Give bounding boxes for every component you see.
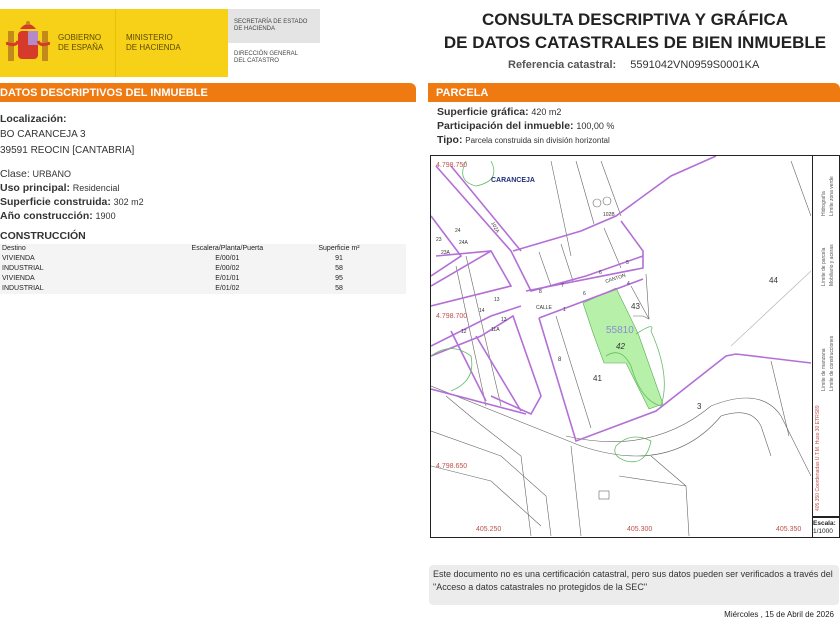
title-line1: CONSULTA DESCRIPTIVA Y GRÁFICA <box>481 10 789 29</box>
title-line2: DE DATOS CATASTRALES DE BIEN INMUEBLE <box>443 33 827 52</box>
ministerio-block: MINISTERIO DE HACIENDA <box>115 9 228 77</box>
coat-of-arms-icon <box>6 21 50 61</box>
document-date: Miércoles , 15 de Abril de 2026 <box>724 610 834 619</box>
construccion-title: CONSTRUCCIÓN <box>0 230 86 242</box>
legend-item: Límite de construcciones <box>829 335 835 391</box>
coords-caption: 405.350 Coordenadas U.T.M. Huso 30 ETRS8… <box>815 405 821 511</box>
col-destino: Destino <box>2 245 26 252</box>
ref-value: 5591042VN0959S0001KA <box>630 59 760 71</box>
table-row: INDUSTRIAL E/00/02 58 <box>2 265 343 272</box>
clase-row: Clase: URBANO <box>0 168 72 180</box>
government-logo: GOBIERNO DE ESPAÑA MINISTERIO DE HACIENDA … <box>0 9 320 77</box>
cadastral-map[interactable]: 4.798.750 4.798.700 4.798.650 405.250 40… <box>430 155 813 538</box>
dir-line2: DEL CATASTRO <box>234 58 279 64</box>
svg-text:1: 1 <box>563 307 566 313</box>
legend-item: Mobiliario y aceras <box>829 244 835 286</box>
gobierno-block: GOBIERNO DE ESPAÑA <box>0 9 115 77</box>
map-drawing: 4.798.750 4.798.700 4.798.650 405.250 40… <box>430 155 812 537</box>
address-line2: 39591 REOCIN [CANTABRIA] <box>0 145 135 156</box>
street-label: CALLE <box>536 305 553 311</box>
col-escalera: Escalera/Planta/Puerta <box>191 245 264 252</box>
svg-text:12: 12 <box>461 329 467 335</box>
svg-text:14: 14 <box>479 308 485 314</box>
x-coord-label: 405.250 <box>476 526 501 533</box>
svg-text:24A: 24A <box>459 240 469 246</box>
page-title: CONSULTA DESCRIPTIVA Y GRÁFICA DE DATOS … <box>430 8 840 54</box>
legend-item: Límite de parcela <box>821 247 827 286</box>
x-coord-label: 405.300 <box>627 526 652 533</box>
address-line1: BO CARANCEJA 3 <box>0 129 86 140</box>
svg-text:6: 6 <box>583 291 586 297</box>
legend-item: Límite de manzana <box>821 348 827 391</box>
sec-line1: SECRETARÍA DE ESTADO <box>234 19 308 25</box>
svg-text:7: 7 <box>561 283 564 289</box>
y-coord-label: 4.798.750 <box>436 162 467 169</box>
anio-row: Año construcción: 1900 <box>0 210 116 222</box>
x-coord-label: 405.350 <box>776 526 801 533</box>
superficie-grafica-row: Superficie gráfica: 420 m2 <box>437 106 562 118</box>
svg-text:6: 6 <box>599 270 602 276</box>
dir-line1: DIRECCIÓN GENERAL <box>234 51 299 57</box>
sec-line2: DE HACIENDA <box>234 26 276 32</box>
y-coord-label: 4.798.650 <box>436 463 467 470</box>
parcel-number: 41 <box>593 374 602 383</box>
svg-text:11A: 11A <box>491 327 500 333</box>
svg-text:102B: 102B <box>603 212 615 218</box>
svg-text:23: 23 <box>436 237 442 243</box>
catastro-block: SECRETARÍA DE ESTADO DE HACIENDA DIRECCIÓ… <box>228 9 320 77</box>
table-row: INDUSTRIAL E/01/02 58 <box>2 285 343 292</box>
superficie-row: Superficie construida: 302 m2 <box>0 196 144 208</box>
legend-item: Límite zona verde <box>829 176 835 216</box>
svg-text:24: 24 <box>455 228 461 234</box>
legend-item: Hidrografía <box>821 191 827 216</box>
place-label: CARANCEJA <box>491 177 535 184</box>
parcel-number: 8 <box>558 357 562 363</box>
ref-label: Referencia catastral: <box>508 59 617 71</box>
parcel-number: 44 <box>769 276 778 285</box>
map-scale: Escala: 1/1000 <box>812 517 840 538</box>
disclaimer-notice: Este documento no es una certificación c… <box>429 565 839 605</box>
uso-row: Uso principal: Residencial <box>0 182 120 194</box>
datos-section-header: DATOS DESCRIPTIVOS DEL INMUEBLE <box>0 83 416 102</box>
y-coord-label: 4.798.700 <box>436 313 467 320</box>
svg-text:4: 4 <box>627 281 630 287</box>
svg-text:8: 8 <box>539 289 542 295</box>
construccion-table: Destino Escalera/Planta/Puerta Superfici… <box>0 244 406 294</box>
table-row: VIVIENDA E/00/01 91 <box>2 255 343 262</box>
svg-text:23A: 23A <box>441 250 451 256</box>
col-superficie: Superficie m² <box>318 245 360 252</box>
referencia-catastral: Referencia catastral: 5591042VN0959S0001K… <box>508 59 759 71</box>
gov-line1: GOBIERNO <box>58 33 102 42</box>
svg-text:13: 13 <box>501 317 507 323</box>
min-line2: DE HACIENDA <box>126 43 181 52</box>
tipo-row: Tipo: Parcela construida sin división ho… <box>437 134 610 146</box>
svg-text:5: 5 <box>626 260 629 266</box>
min-line1: MINISTERIO <box>126 33 173 42</box>
parcel-number: 42 <box>616 342 625 351</box>
parcel-number: 3 <box>697 402 702 411</box>
gov-line2: DE ESPAÑA <box>58 43 104 52</box>
parcela-section-header: PARCELA <box>428 83 840 102</box>
svg-text:13: 13 <box>494 297 500 303</box>
parcel-number: 43 <box>631 302 640 311</box>
participacion-row: Participación del inmueble: 100,00 % <box>437 120 615 132</box>
table-row: VIVIENDA E/01/01 95 <box>2 275 343 282</box>
parcel-id-label: 55810 <box>606 325 634 336</box>
localizacion-label: Localización: <box>0 113 67 125</box>
map-legend: 405.350 Coordenadas U.T.M. Huso 30 ETRS8… <box>812 155 840 517</box>
